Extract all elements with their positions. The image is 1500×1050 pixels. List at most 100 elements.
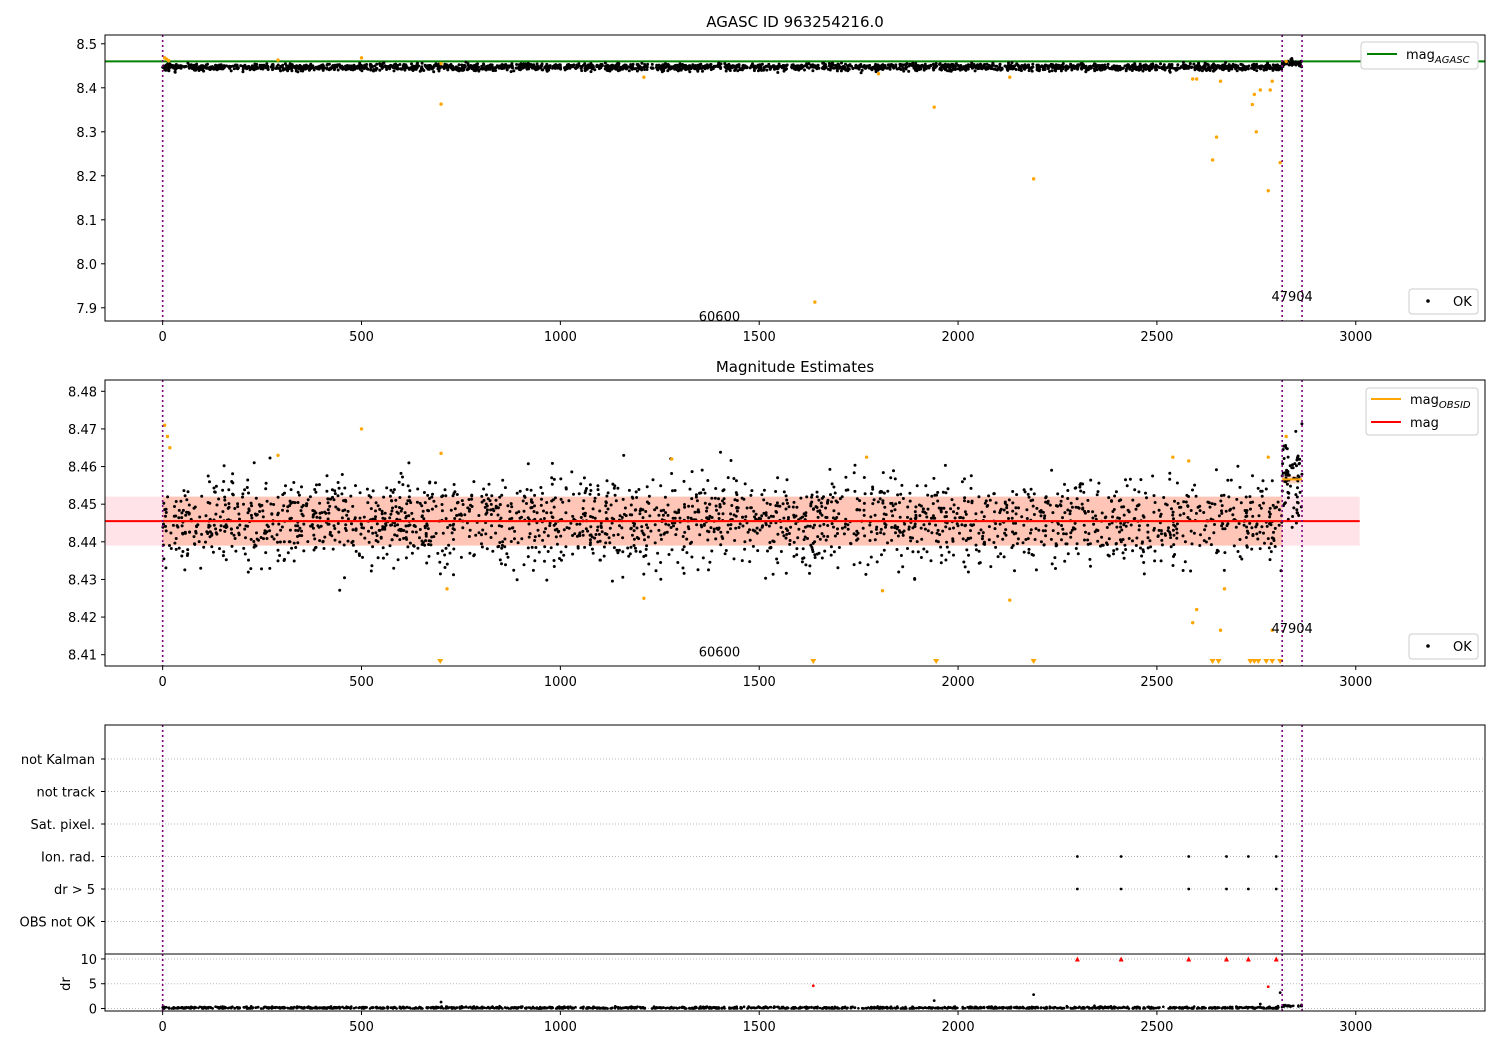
legend-marker-ok xyxy=(1426,299,1430,303)
ok-point xyxy=(1235,65,1238,69)
ok-point xyxy=(358,65,362,69)
ok-point xyxy=(401,483,405,487)
ok-point xyxy=(758,63,762,67)
ok-point xyxy=(589,525,593,529)
ok-point xyxy=(261,515,265,519)
excluded-point xyxy=(1218,79,1223,83)
x-tick-label: 2000 xyxy=(942,330,975,345)
ok-point xyxy=(1267,546,1271,550)
ok-point xyxy=(791,505,795,509)
ok-point xyxy=(1257,514,1261,518)
ok-point xyxy=(1175,536,1179,540)
ok-point xyxy=(1124,548,1128,551)
ok-point xyxy=(270,512,274,516)
ok-point xyxy=(589,70,593,74)
ok-point xyxy=(830,500,833,504)
ok-point xyxy=(1025,517,1029,520)
ok-point xyxy=(339,64,343,68)
ok-point xyxy=(803,68,806,72)
ok-point xyxy=(982,542,986,546)
excluded-point xyxy=(1190,77,1195,81)
ok-point xyxy=(512,568,516,572)
ok-point xyxy=(685,551,689,555)
ok-point xyxy=(960,523,964,527)
ok-point xyxy=(1091,516,1095,520)
ok-point xyxy=(1086,498,1090,502)
ok-point xyxy=(398,496,402,499)
ok-point xyxy=(593,499,597,503)
ok-point xyxy=(213,490,217,494)
ok-point xyxy=(204,66,208,70)
ok-point xyxy=(637,65,641,69)
ok-point xyxy=(820,556,824,560)
ok-point xyxy=(1213,502,1217,506)
y-tick-label: 8.2 xyxy=(76,170,97,185)
ok-point xyxy=(163,508,167,512)
ok-point xyxy=(775,510,779,514)
legend-marker-ok xyxy=(1426,644,1430,648)
ok-point xyxy=(296,541,300,545)
ok-point xyxy=(1236,550,1240,553)
ok-point xyxy=(593,516,597,520)
ok-point xyxy=(914,505,918,509)
ok-point xyxy=(1294,60,1298,64)
ok-point xyxy=(231,493,235,497)
ok-point xyxy=(288,504,292,508)
excluded-point xyxy=(439,102,443,106)
ok-point xyxy=(278,540,282,544)
ok-point xyxy=(578,522,582,526)
ok-point xyxy=(1081,482,1085,486)
ok-point xyxy=(245,67,249,71)
ok-point xyxy=(531,568,535,572)
ok-point xyxy=(255,531,258,535)
ok-point xyxy=(1184,500,1188,504)
ok-point xyxy=(1131,539,1134,543)
flag-row-label: Ion. rad. xyxy=(41,851,95,866)
ok-point xyxy=(1074,547,1078,550)
ok-point xyxy=(1172,517,1175,521)
ok-point xyxy=(741,515,745,519)
ok-point xyxy=(451,527,455,531)
ok-point xyxy=(317,66,321,70)
ok-point xyxy=(452,547,456,551)
ok-point xyxy=(536,528,540,532)
ok-point xyxy=(509,70,513,74)
ok-point xyxy=(349,494,353,498)
ok-point xyxy=(1222,568,1226,572)
ok-point xyxy=(401,475,404,479)
ok-point xyxy=(1073,521,1077,525)
ok-point xyxy=(265,499,269,503)
ok-point xyxy=(609,503,613,507)
ok-point xyxy=(562,553,566,557)
ok-point xyxy=(224,558,228,562)
y-tick-label: 8.0 xyxy=(76,258,97,273)
ok-point xyxy=(1011,490,1015,493)
flag-row-label: not Kalman xyxy=(21,753,95,768)
ok-point xyxy=(952,553,955,557)
ok-point xyxy=(1007,517,1010,520)
ok-point xyxy=(863,534,867,538)
ok-point xyxy=(700,525,704,529)
ok-point xyxy=(432,535,436,539)
ok-point xyxy=(1037,528,1041,532)
ok-point xyxy=(897,529,901,533)
ok-point xyxy=(632,529,636,533)
ok-point xyxy=(1137,490,1141,494)
ok-point xyxy=(787,532,791,535)
ok-point xyxy=(271,64,275,68)
ok-point xyxy=(632,544,636,547)
ok-point xyxy=(555,542,559,546)
ok-point xyxy=(400,528,404,532)
ok-point xyxy=(1030,69,1034,73)
ok-point xyxy=(1152,510,1156,514)
ok-point xyxy=(197,540,201,544)
ok-point xyxy=(892,469,895,473)
ok-point xyxy=(717,517,721,520)
ok-point xyxy=(898,515,902,519)
ok-point xyxy=(1173,524,1177,528)
ok-point xyxy=(1208,505,1212,509)
ok-point xyxy=(778,504,782,508)
ok-point xyxy=(236,505,240,509)
ok-point xyxy=(362,515,366,519)
ok-point xyxy=(1273,506,1277,510)
